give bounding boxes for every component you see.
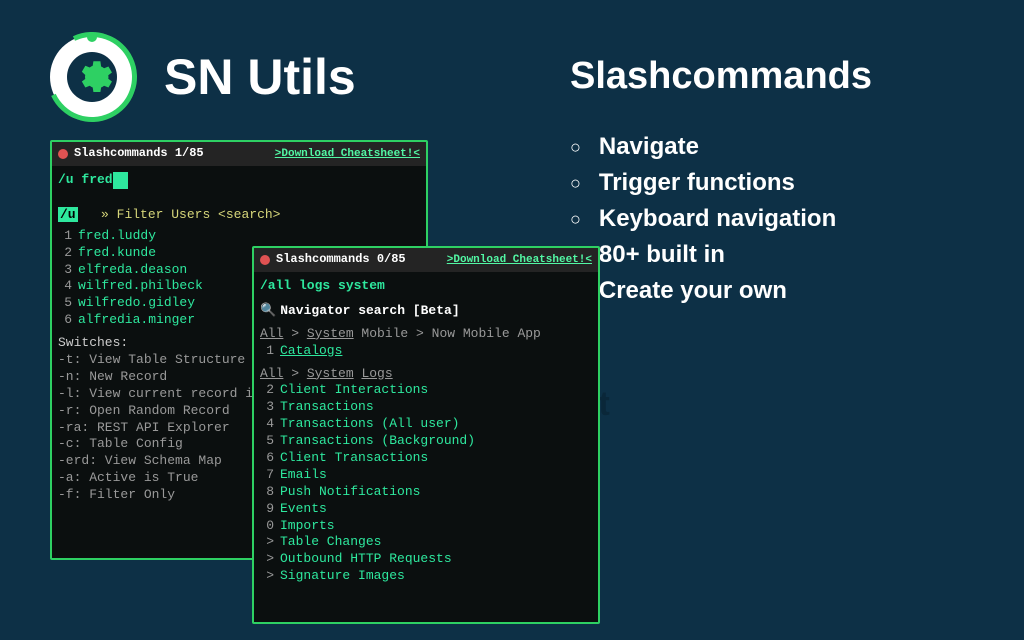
result-row[interactable]: >Table Changes — [260, 534, 592, 551]
feature-item: Keyboard navigation — [570, 205, 990, 233]
feature-heading: Slashcommands — [570, 55, 990, 98]
close-icon[interactable] — [58, 149, 68, 159]
command-hint-row: /u » Filter Users <search> — [58, 207, 420, 224]
terminal-title: Slashcommands 1/85 — [74, 146, 204, 162]
feature-item: Trigger functions — [570, 169, 990, 197]
result-row[interactable]: 2Client Interactions — [260, 382, 592, 399]
terminal-window-2[interactable]: Slashcommands 0/85 >Download Cheatsheet!… — [252, 246, 600, 624]
command-token: /u — [58, 207, 78, 222]
feature-item: Navigate — [570, 133, 990, 161]
result-row[interactable]: 6Client Transactions — [260, 450, 592, 467]
result-row[interactable]: 3Transactions — [260, 399, 592, 416]
result-row[interactable]: 8Push Notifications — [260, 484, 592, 501]
result-row[interactable]: 1fred.luddy — [58, 228, 420, 245]
result-row[interactable]: 4Transactions (All user) — [260, 416, 592, 433]
command-input[interactable]: /u fred — [58, 170, 420, 191]
app-title: SN Utils — [164, 48, 356, 106]
terminal-title: Slashcommands 0/85 — [276, 252, 406, 268]
search-icon: 🔍 — [260, 303, 276, 320]
download-cheatsheet-link[interactable]: >Download Cheatsheet!< — [275, 147, 420, 161]
feature-list: Navigate Trigger functions Keyboard navi… — [570, 133, 990, 305]
breadcrumb: All > System Logs — [260, 366, 592, 383]
terminal-header: Slashcommands 0/85 >Download Cheatsheet!… — [254, 248, 598, 272]
breadcrumb: All > System Mobile > Now Mobile App — [260, 326, 592, 343]
navigator-search-label: 🔍 Navigator search [Beta] — [260, 303, 592, 320]
download-cheatsheet-link[interactable]: >Download Cheatsheet!< — [447, 253, 592, 267]
result-row[interactable]: >Signature Images — [260, 568, 592, 585]
result-row[interactable]: 9Events — [260, 501, 592, 518]
result-row[interactable]: 7Emails — [260, 467, 592, 484]
app-logo — [50, 35, 134, 119]
terminal-header: Slashcommands 1/85 >Download Cheatsheet!… — [52, 142, 426, 166]
command-hint: Filter Users <search> — [117, 207, 281, 222]
result-row[interactable]: >Outbound HTTP Requests — [260, 551, 592, 568]
command-input[interactable]: /all logs system — [260, 276, 592, 297]
feature-item: Create your own — [570, 277, 990, 305]
gear-icon — [67, 52, 117, 102]
result-row[interactable]: 0Imports — [260, 518, 592, 535]
result-row[interactable]: 5Transactions (Background) — [260, 433, 592, 450]
close-icon[interactable] — [260, 255, 270, 265]
feature-item: 80+ built in — [570, 241, 990, 269]
result-row[interactable]: 1Catalogs — [260, 343, 592, 360]
